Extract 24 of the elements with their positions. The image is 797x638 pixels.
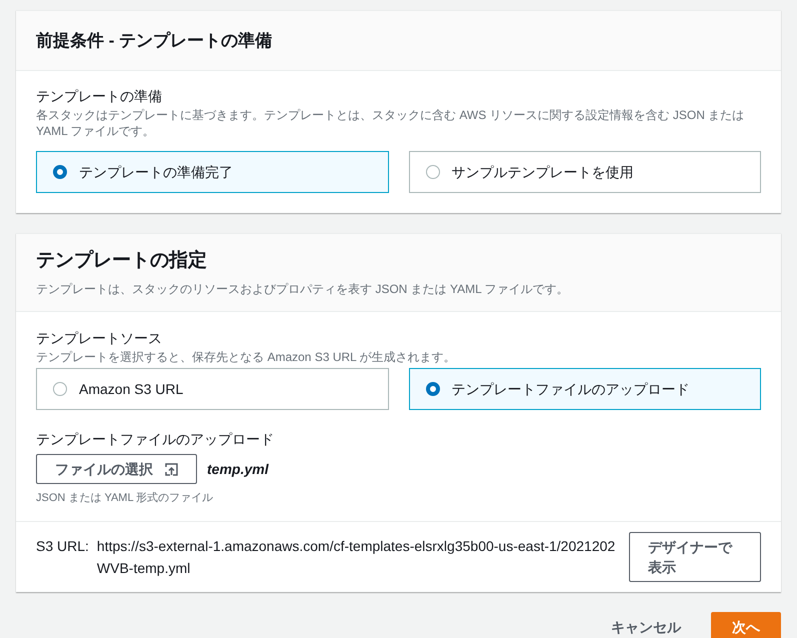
- upload-icon: [165, 462, 178, 476]
- file-name: temp.yml: [207, 460, 268, 479]
- radio-button[interactable]: [53, 382, 67, 396]
- radio-option[interactable]: テンプレートの準備完了: [36, 151, 388, 193]
- view-in-designer-button[interactable]: デザイナーで表示: [629, 532, 761, 582]
- choose-file-button[interactable]: ファイルの選択: [36, 454, 197, 484]
- field-hint: JSON または YAML 形式のファイル: [36, 491, 214, 506]
- section-title: 前提条件 - テンプレートの準備: [36, 30, 272, 52]
- radio-option[interactable]: サンプルテンプレートを使用: [408, 151, 761, 193]
- cancel-button[interactable]: キャンセル: [611, 616, 681, 638]
- url-text: https://s3-external-1.amazonaws.com/cf-templates-elsrxlg35b00-us-east-1/2021202WVB-temp.yml: [96, 536, 616, 578]
- radio-option[interactable]: テンプレートファイルのアップロード: [408, 368, 761, 410]
- radio-button[interactable]: [426, 165, 440, 179]
- section-title: テンプレートの指定: [36, 248, 208, 274]
- radio-option[interactable]: Amazon S3 URL: [36, 368, 388, 410]
- field-label: テンプレートソース: [36, 329, 163, 348]
- radio-button[interactable]: [426, 382, 440, 396]
- field-label: テンプレートファイルのアップロード: [36, 430, 275, 449]
- section-description: テンプレートは、スタックのリソースおよびプロパティを表す JSON または YAML ファイルです。: [36, 280, 570, 298]
- field-description: テンプレートを選択すると、保存先となる Amazon S3 URL が生成されます。: [36, 349, 457, 365]
- radio-button[interactable]: [53, 165, 67, 179]
- field-description: 各スタックはテンプレートに基づきます。テンプレートとは、スタックに含む AWS リソースに関する設定情報を含む JSON または YAML ファイルです。: [36, 107, 746, 139]
- url-label: S3 URL:: [36, 536, 89, 556]
- field-label: テンプレートの準備: [36, 87, 163, 106]
